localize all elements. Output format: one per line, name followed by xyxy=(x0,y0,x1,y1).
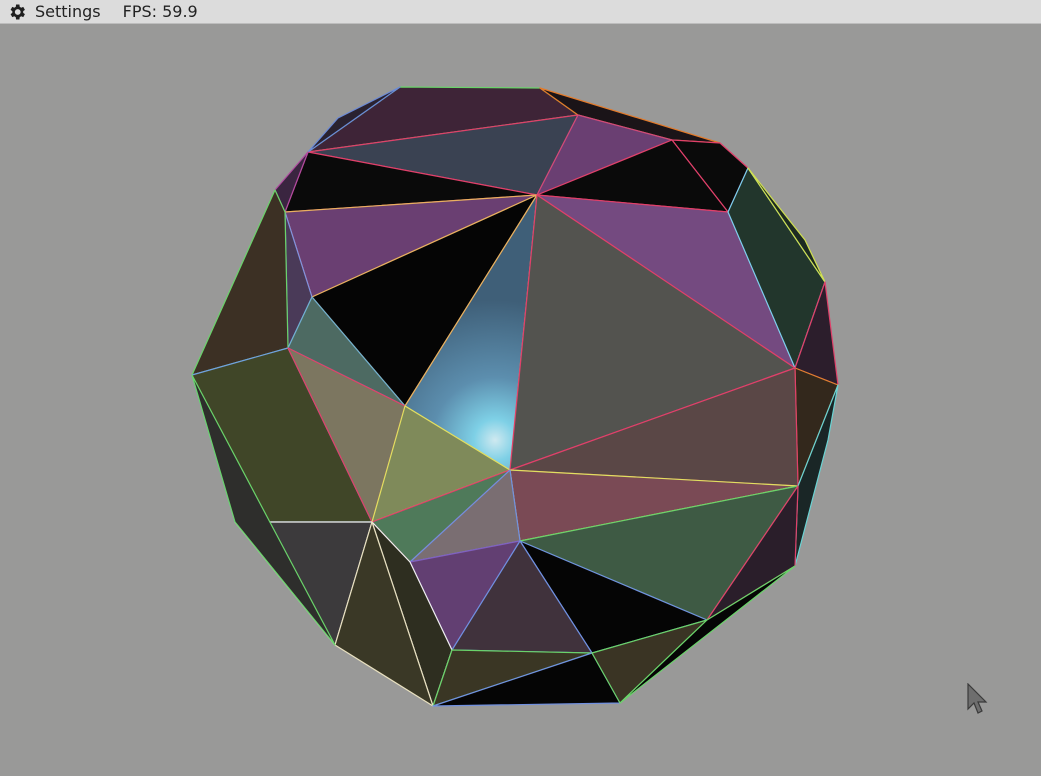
mouse-pointer-icon xyxy=(967,683,988,714)
settings-button[interactable]: Settings xyxy=(0,0,111,23)
3d-viewport[interactable] xyxy=(0,24,1041,776)
mesh-canvas[interactable] xyxy=(0,24,1041,776)
gear-icon xyxy=(10,4,25,19)
fps-counter: FPS: 59.9 xyxy=(122,2,198,21)
menu-bar: Settings FPS: 59.9 xyxy=(0,0,1041,24)
sphere-mesh xyxy=(191,86,839,707)
settings-label: Settings xyxy=(35,2,101,21)
